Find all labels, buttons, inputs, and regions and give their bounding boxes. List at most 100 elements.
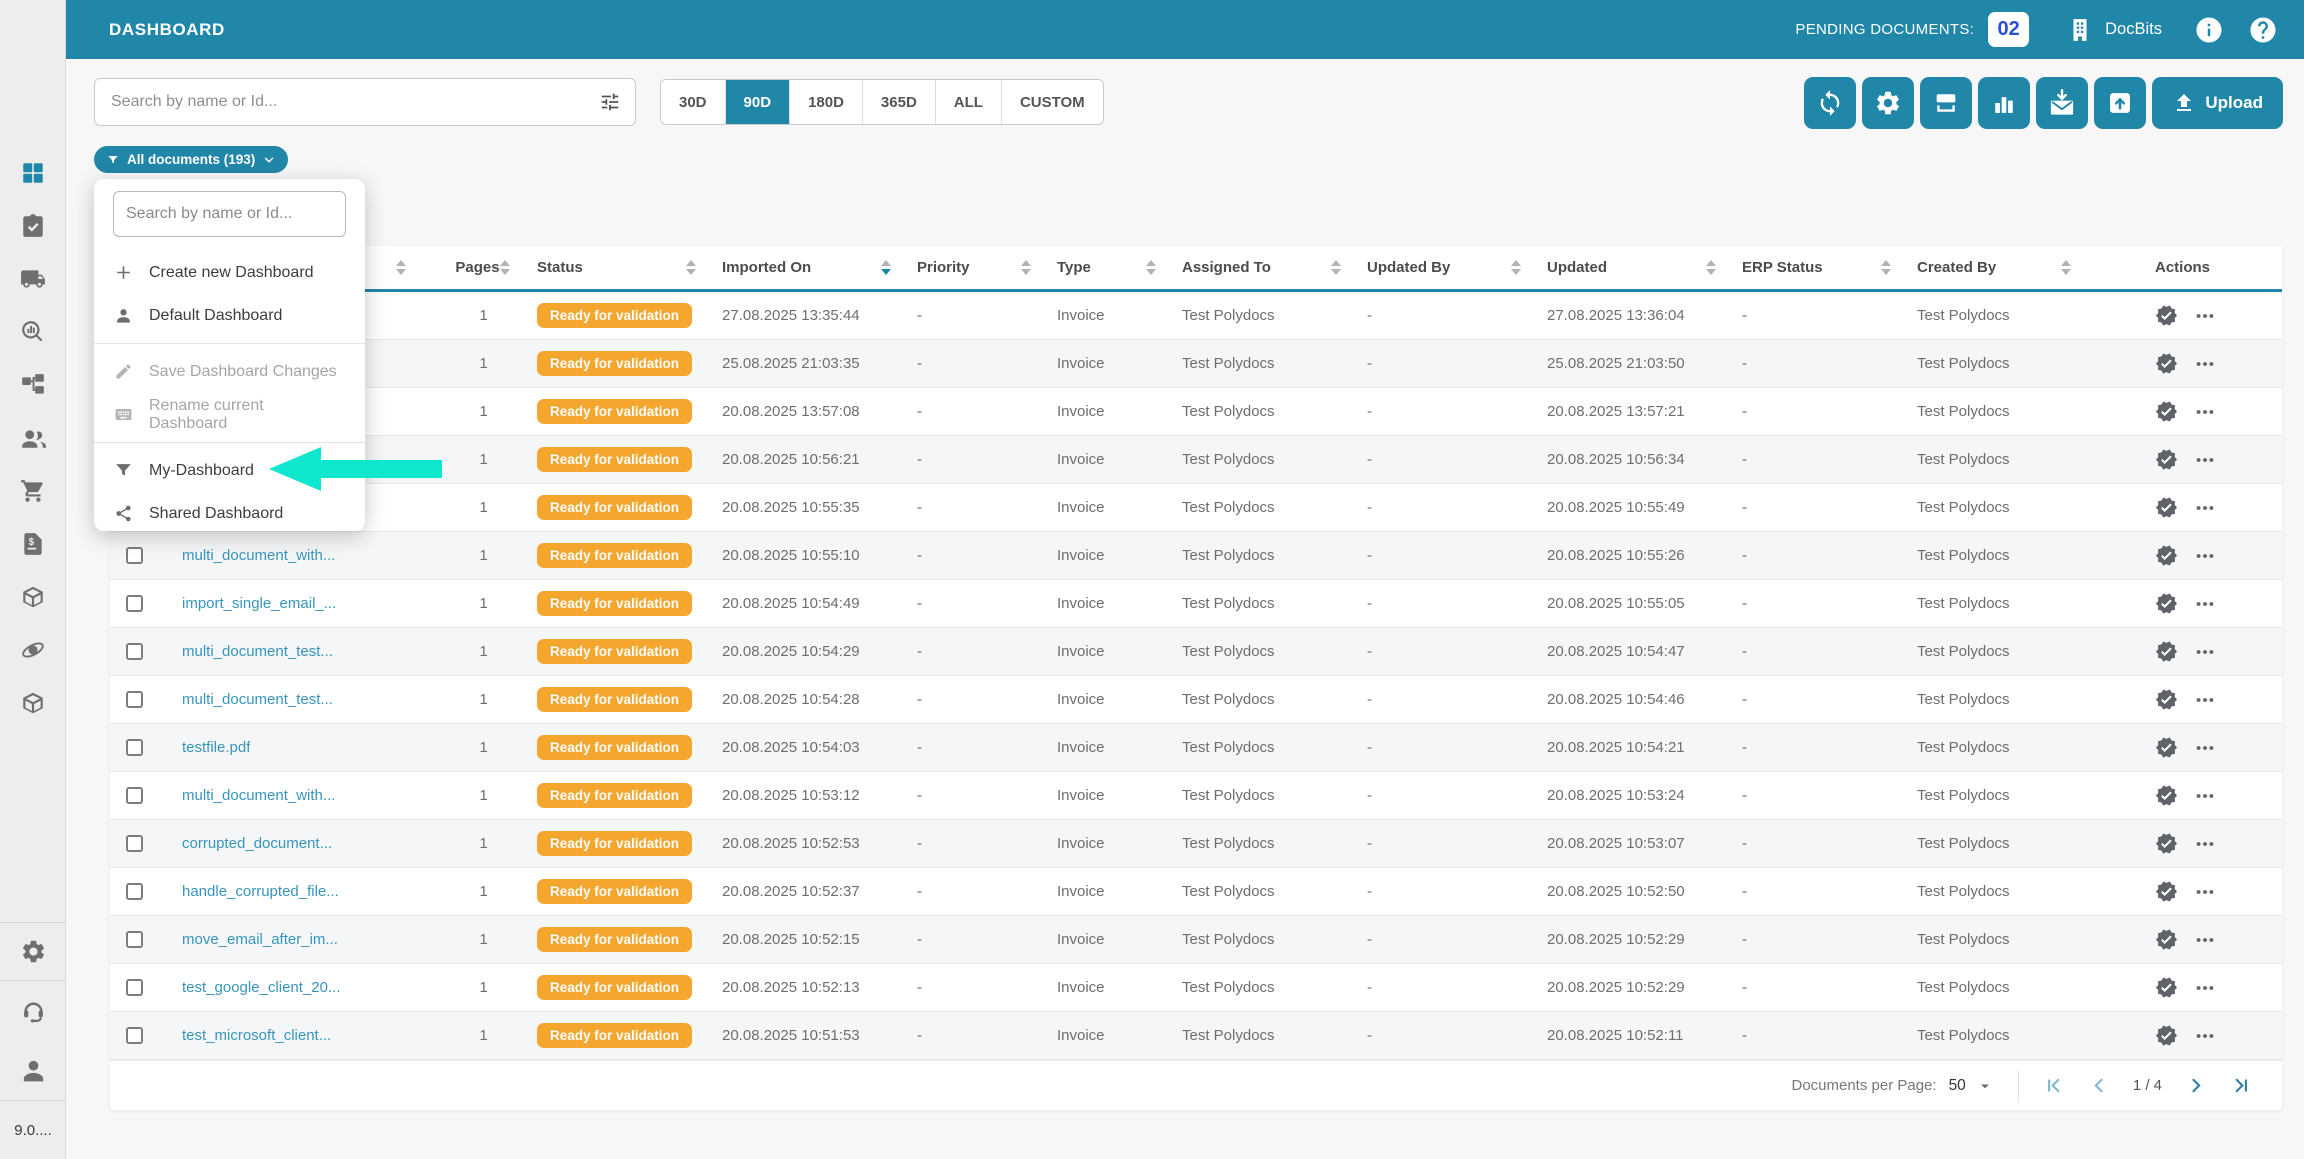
table-row[interactable]: 1Ready for validation20.08.2025 13:57:08…	[110, 388, 2282, 436]
sort-arrows-icon[interactable]	[1511, 260, 1521, 275]
table-row[interactable]: 1Ready for validation27.08.2025 13:35:44…	[110, 292, 2282, 340]
document-name-link[interactable]: corrupted_document...	[182, 835, 332, 852]
table-row[interactable]: 1Ready for validation25.08.2025 21:03:35…	[110, 340, 2282, 388]
row-checkbox[interactable]	[126, 643, 143, 660]
sort-arrows-icon[interactable]	[1881, 260, 1891, 275]
document-name-link[interactable]: import_single_email_...	[182, 595, 336, 612]
validated-icon[interactable]	[2155, 400, 2178, 423]
sidebar-item-dashboard[interactable]	[20, 160, 46, 186]
table-row[interactable]: 1Ready for validation20.08.2025 10:55:35…	[110, 484, 2282, 532]
document-name-link[interactable]: multi_document_test...	[182, 643, 333, 660]
validated-icon[interactable]	[2155, 1024, 2178, 1047]
support-button[interactable]	[0, 981, 66, 1040]
more-options-button[interactable]	[2194, 929, 2216, 951]
help-icon[interactable]	[2248, 15, 2278, 45]
more-options-button[interactable]	[2194, 785, 2216, 807]
menu-item-create-new-dashboard[interactable]: Create new Dashboard	[94, 251, 365, 294]
table-row[interactable]: 1Ready for validation20.08.2025 10:56:21…	[110, 436, 2282, 484]
column-header-imported-on[interactable]: Imported On	[710, 246, 905, 289]
validated-icon[interactable]	[2155, 784, 2178, 807]
validated-icon[interactable]	[2155, 832, 2178, 855]
menu-item-default-dashboard[interactable]: Default Dashboard	[94, 294, 365, 337]
validated-icon[interactable]	[2155, 496, 2178, 519]
range-button-90d[interactable]: 90D	[725, 80, 790, 124]
validated-icon[interactable]	[2155, 448, 2178, 471]
more-options-button[interactable]	[2194, 641, 2216, 663]
info-icon[interactable]	[2194, 15, 2224, 45]
row-checkbox[interactable]	[126, 691, 143, 708]
range-button-custom[interactable]: CUSTOM	[1001, 80, 1103, 124]
scan-button[interactable]	[1920, 77, 1972, 129]
search-input[interactable]	[111, 93, 599, 111]
validated-icon[interactable]	[2155, 544, 2178, 567]
table-row[interactable]: corrupted_document...1Ready for validati…	[110, 820, 2282, 868]
first-page-button[interactable]	[2043, 1075, 2064, 1096]
column-header-updated[interactable]: Updated	[1535, 246, 1730, 289]
settings-button[interactable]	[0, 923, 66, 980]
table-row[interactable]: testfile.pdf1Ready for validation20.08.2…	[110, 724, 2282, 772]
table-row[interactable]: test_google_client_20...1Ready for valid…	[110, 964, 2282, 1012]
row-checkbox[interactable]	[126, 787, 143, 804]
refresh-button[interactable]	[1804, 77, 1856, 129]
range-button-30d[interactable]: 30D	[661, 80, 725, 124]
validated-icon[interactable]	[2155, 928, 2178, 951]
sidebar-item-analytics[interactable]	[20, 319, 46, 345]
pending-documents-count[interactable]: 02	[1988, 12, 2029, 47]
column-header-assigned-to[interactable]: Assigned To	[1170, 246, 1355, 289]
sidebar-item-users[interactable]	[20, 425, 46, 451]
document-name-link[interactable]: testfile.pdf	[182, 739, 250, 756]
table-row[interactable]: multi_document_with...1Ready for validat…	[110, 532, 2282, 580]
upload-button[interactable]: Upload	[2152, 77, 2283, 129]
sort-arrows-icon[interactable]	[1706, 260, 1716, 275]
validated-icon[interactable]	[2155, 304, 2178, 327]
validated-icon[interactable]	[2155, 592, 2178, 615]
row-checkbox[interactable]	[126, 595, 143, 612]
table-row[interactable]: handle_corrupted_file...1Ready for valid…	[110, 868, 2282, 916]
more-options-button[interactable]	[2194, 449, 2216, 471]
validated-icon[interactable]	[2155, 688, 2178, 711]
menu-item-my-dashboard[interactable]: My-Dashboard	[94, 449, 365, 492]
sidebar-item-products[interactable]	[20, 690, 46, 716]
previous-page-button[interactable]	[2088, 1075, 2109, 1096]
document-name-link[interactable]: multi_document_with...	[182, 787, 335, 804]
more-options-button[interactable]	[2194, 401, 2216, 423]
column-header-status[interactable]: Status	[525, 246, 710, 289]
more-options-button[interactable]	[2194, 737, 2216, 759]
more-options-button[interactable]	[2194, 977, 2216, 999]
validated-icon[interactable]	[2155, 352, 2178, 375]
next-page-button[interactable]	[2186, 1075, 2207, 1096]
row-checkbox[interactable]	[126, 931, 143, 948]
range-button-180d[interactable]: 180D	[789, 80, 862, 124]
document-name-link[interactable]: test_google_client_20...	[182, 979, 340, 996]
sort-arrows-icon[interactable]	[1331, 260, 1341, 275]
document-name-link[interactable]: test_microsoft_client...	[182, 1027, 331, 1044]
column-header-pages[interactable]: Pages	[420, 246, 525, 289]
row-checkbox[interactable]	[126, 979, 143, 996]
more-options-button[interactable]	[2194, 353, 2216, 375]
document-name-link[interactable]: handle_corrupted_file...	[182, 883, 339, 900]
per-page-value[interactable]: 50	[1949, 1077, 1966, 1095]
table-row[interactable]: move_email_after_im...1Ready for validat…	[110, 916, 2282, 964]
profile-button[interactable]	[0, 1040, 66, 1100]
filter-settings-icon[interactable]	[599, 91, 621, 113]
row-checkbox[interactable]	[126, 1027, 143, 1044]
sort-arrows-icon[interactable]	[2061, 260, 2071, 275]
validated-icon[interactable]	[2155, 976, 2178, 999]
table-row[interactable]: multi_document_test...1Ready for validat…	[110, 676, 2282, 724]
row-checkbox[interactable]	[126, 739, 143, 756]
range-button-365d[interactable]: 365D	[862, 80, 935, 124]
more-options-button[interactable]	[2194, 545, 2216, 567]
sort-arrows-icon[interactable]	[1146, 260, 1156, 275]
more-options-button[interactable]	[2194, 1025, 2216, 1047]
table-row[interactable]: import_single_email_...1Ready for valida…	[110, 580, 2282, 628]
validated-icon[interactable]	[2155, 736, 2178, 759]
document-name-link[interactable]: multi_document_test...	[182, 691, 333, 708]
last-page-button[interactable]	[2231, 1075, 2252, 1096]
more-options-button[interactable]	[2194, 593, 2216, 615]
menu-item-shared-dashbaord[interactable]: Shared Dashbaord	[94, 492, 365, 535]
dropdown-search-input[interactable]	[126, 205, 333, 223]
row-checkbox[interactable]	[126, 883, 143, 900]
row-checkbox[interactable]	[126, 547, 143, 564]
column-header-priority[interactable]: Priority	[905, 246, 1045, 289]
sort-arrows-icon[interactable]	[686, 260, 696, 275]
